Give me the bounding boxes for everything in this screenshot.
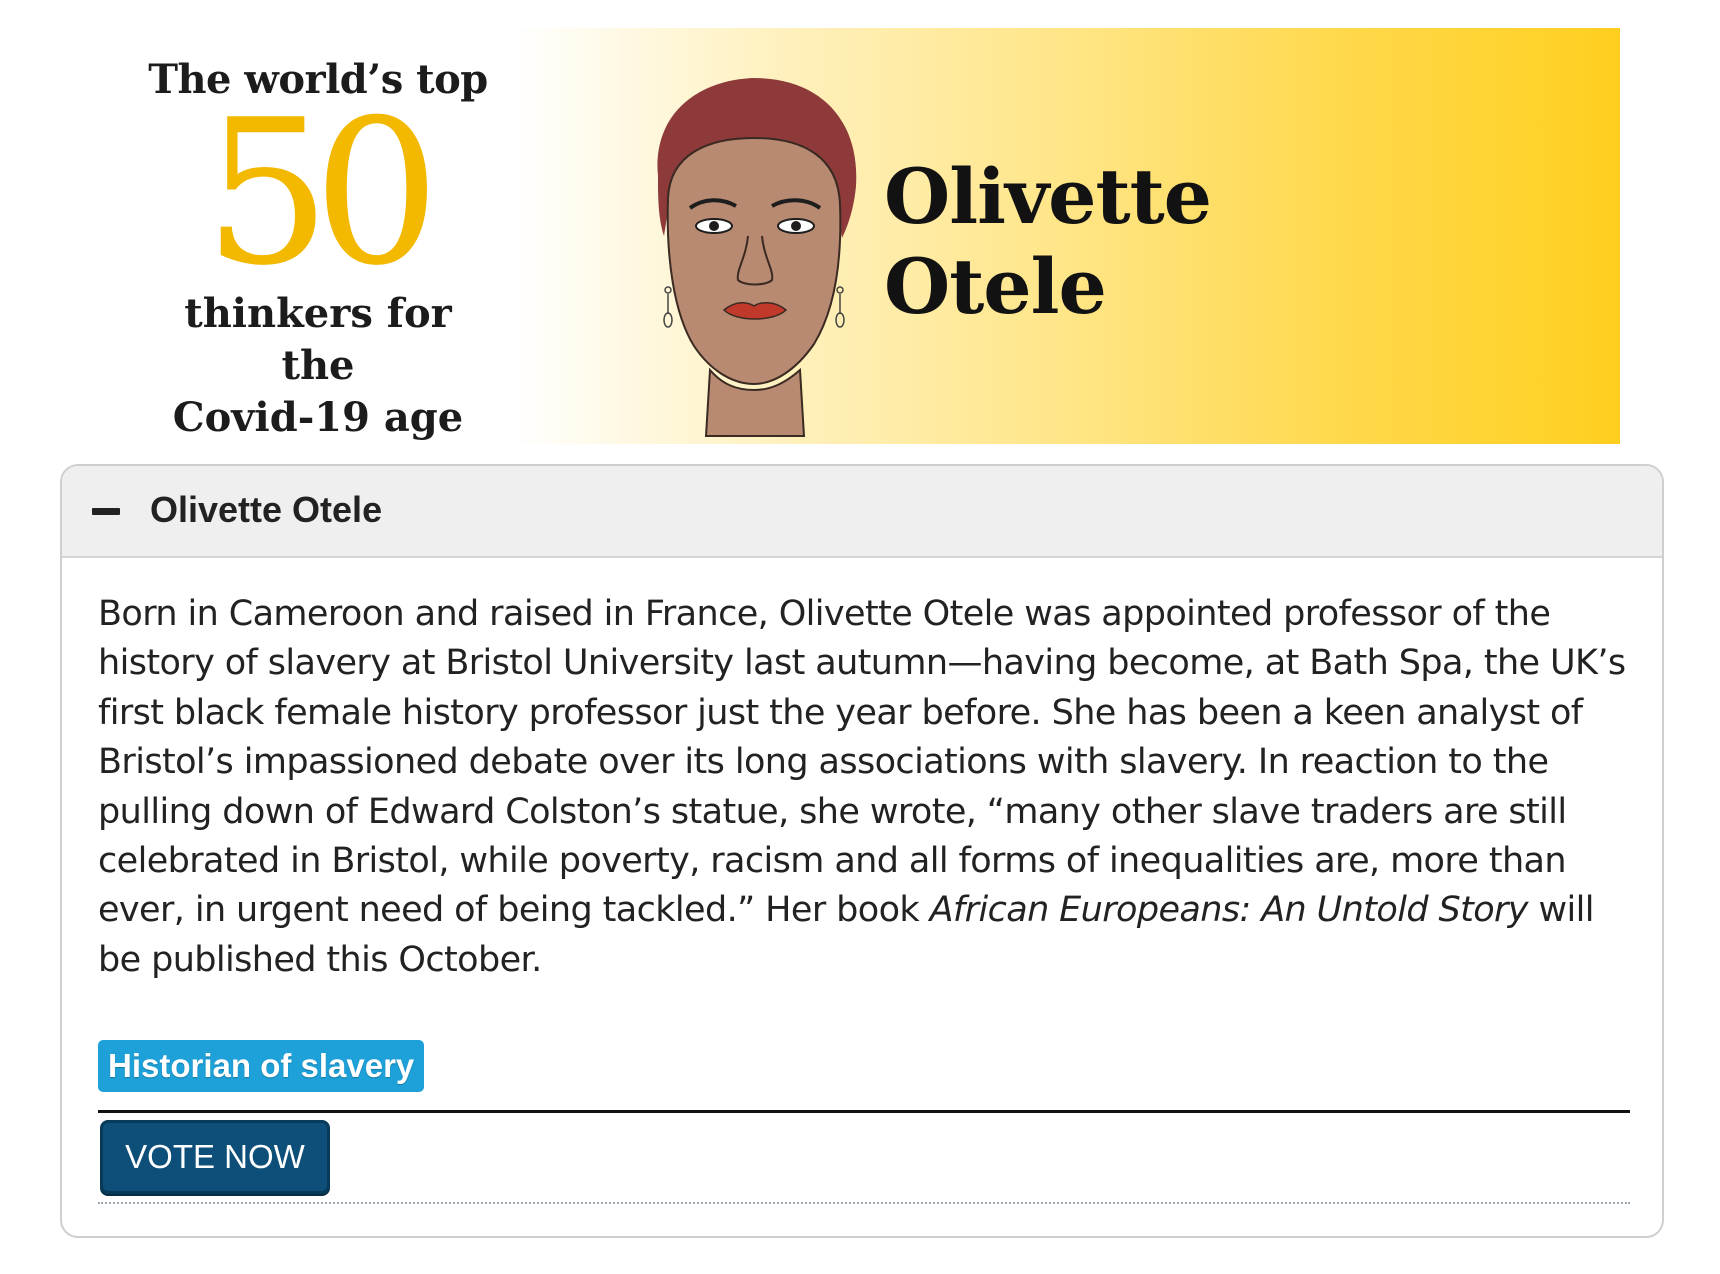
portrait-illustration [657,78,857,437]
accordion-header[interactable]: Olivette Otele [62,466,1662,558]
panel-body: Born in Cameroon and raised in France, O… [98,590,1638,985]
brand-number: 50 [203,77,441,310]
book-title: African Europeans: An Untold Story [929,890,1529,931]
brand-line-1: thinkers for the [184,290,452,389]
vote-now-button[interactable]: VOTE NOW [100,1120,330,1194]
banner-brand: The world’s top 50 thinkers for the Covi… [148,56,488,444]
banner-last-name: Otele [884,242,1107,331]
banner-first-name: Olivette [884,152,1212,241]
divider [98,1110,1630,1113]
thinker-accordion-panel: Olivette Otele Born in Cameroon and rais… [60,464,1664,1238]
bio-paragraph: Born in Cameroon and raised in France, O… [98,590,1638,985]
banner-person-name: Olivette Otele [884,152,1212,332]
thinkers-banner: The world’s top 50 thinkers for the Covi… [124,28,1620,444]
category-tag[interactable]: Historian of slavery [98,1040,425,1092]
panel-title[interactable]: Olivette Otele [150,488,382,532]
bio-text: Born in Cameroon and raised in France, O… [98,594,1626,931]
brand-line-2: Covid-19 age [172,394,464,441]
dotted-divider [98,1202,1630,1204]
minus-icon[interactable] [92,508,120,515]
